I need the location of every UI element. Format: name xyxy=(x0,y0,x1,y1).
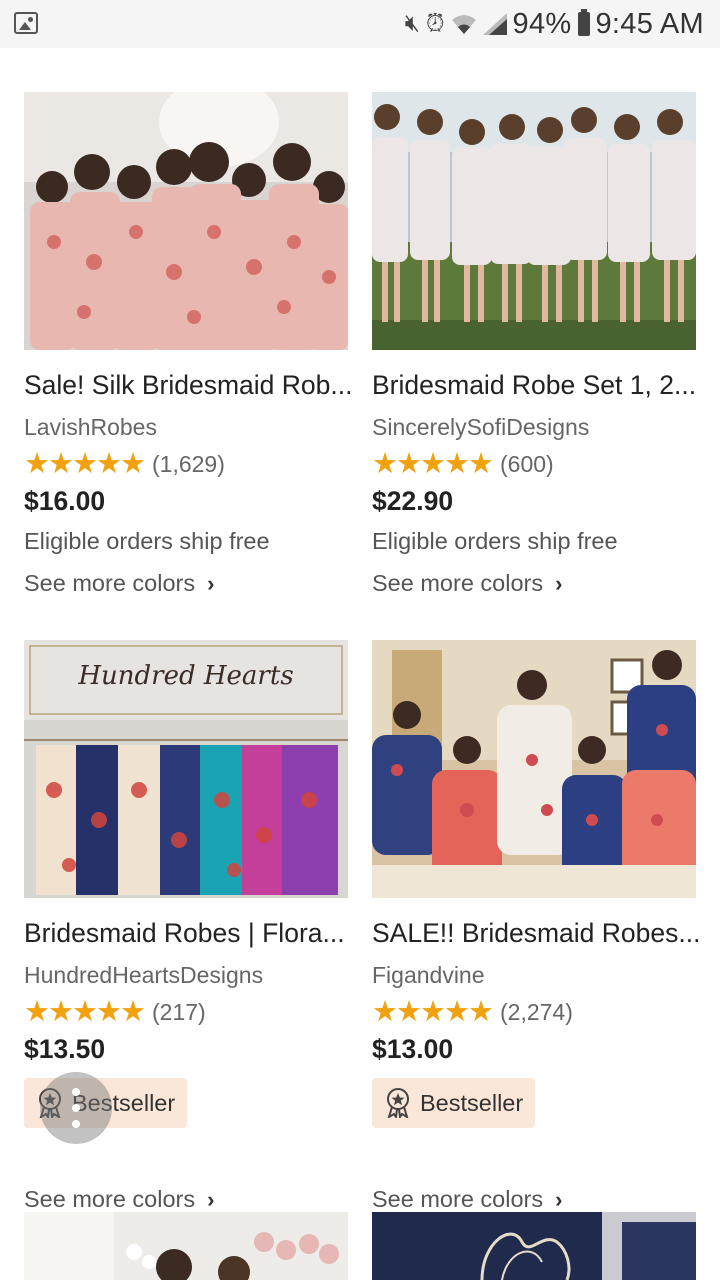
price: $22.90 xyxy=(372,486,454,516)
listing-image-partial[interactable] xyxy=(372,1212,696,1280)
review-count: (600) xyxy=(500,451,554,477)
star-rating-icon: ★★★★★ xyxy=(372,448,494,480)
review-count: (217) xyxy=(152,999,206,1025)
shop-name: HundredHeartsDesigns xyxy=(24,962,264,988)
see-more-colors-link[interactable]: See more colors › xyxy=(372,570,562,597)
listing-image[interactable]: Hundred Hearts xyxy=(24,640,348,898)
see-more-colors-link[interactable]: See more colors › xyxy=(24,570,214,597)
review-count: (2,274) xyxy=(500,999,573,1025)
floating-menu-button[interactable] xyxy=(40,1072,112,1144)
see-more-colors-label: See more colors xyxy=(24,1186,196,1212)
alarm-icon: ⏰︎ xyxy=(425,10,445,37)
shop-name: LavishRobes xyxy=(24,414,157,440)
listing-card[interactable]: SALE!! Bridesmaid Robes... Figandvine ★★… xyxy=(372,640,700,1212)
battery-icon xyxy=(577,9,590,36)
see-more-colors-label: See more colors xyxy=(372,570,544,596)
shop-name: SincerelySofiDesigns xyxy=(372,414,590,440)
mute-icon: 🔇︎ xyxy=(404,10,420,37)
rating: ★★★★★ (1,629) xyxy=(24,450,225,479)
see-more-colors-link[interactable]: See more colors › xyxy=(24,1186,214,1213)
clock: 9:45 AM xyxy=(595,7,704,40)
rating: ★★★★★ (217) xyxy=(24,998,206,1027)
listing-image[interactable] xyxy=(372,640,696,898)
listing-card[interactable]: Sale! Silk Bridesmaid Rob... LavishRobes… xyxy=(24,92,352,612)
listing-title[interactable]: SALE!! Bridesmaid Robes... xyxy=(372,918,702,949)
bestseller-badge: Bestseller xyxy=(372,1078,536,1128)
star-rating-icon: ★★★★★ xyxy=(372,996,494,1028)
shop-name: Figandvine xyxy=(372,962,485,988)
star-rating-icon: ★★★★★ xyxy=(24,448,146,480)
listing-title[interactable]: Bridesmaid Robes | Flora... xyxy=(24,918,354,949)
chevron-right-icon: › xyxy=(555,1186,563,1212)
listing-title[interactable]: Sale! Silk Bridesmaid Rob... xyxy=(24,370,354,401)
image-caption: Hundred Hearts xyxy=(77,661,293,691)
status-bar: 🔇︎ ⏰︎ 94% 9:45 AM xyxy=(0,0,720,48)
price: $16.00 xyxy=(24,486,106,516)
star-rating-icon: ★★★★★ xyxy=(24,996,146,1028)
wifi-icon xyxy=(451,15,476,34)
gallery-icon xyxy=(14,12,38,34)
battery-percent: 94% xyxy=(512,7,572,40)
listing-card[interactable]: Bridesmaid Robe Set 1, 2... SincerelySof… xyxy=(372,92,696,612)
listing-title[interactable]: Bridesmaid Robe Set 1, 2... xyxy=(372,370,702,401)
rating: ★★★★★ (600) xyxy=(372,450,554,479)
listing-image[interactable] xyxy=(24,92,348,350)
price: $13.00 xyxy=(372,1034,454,1064)
see-more-colors-label: See more colors xyxy=(24,570,196,596)
rating: ★★★★★ (2,274) xyxy=(372,998,573,1027)
status-icons: 🔇︎ ⏰︎ 94% 9:45 AM xyxy=(405,6,704,42)
more-vert-icon xyxy=(72,1088,80,1128)
review-count: (1,629) xyxy=(152,451,225,477)
chevron-right-icon: › xyxy=(207,1186,215,1212)
award-ribbon-icon xyxy=(387,1088,409,1118)
listing-image-partial[interactable] xyxy=(24,1212,348,1280)
price: $13.50 xyxy=(24,1034,106,1064)
see-more-colors-label: See more colors xyxy=(372,1186,544,1212)
chevron-right-icon: › xyxy=(207,570,215,596)
shipping-note: Eligible orders ship free xyxy=(372,528,618,554)
shipping-note: Eligible orders ship free xyxy=(24,528,270,554)
signal-icon xyxy=(482,13,507,35)
bestseller-label: Bestseller xyxy=(420,1089,524,1116)
see-more-colors-link[interactable]: See more colors › xyxy=(372,1186,562,1213)
listing-image[interactable] xyxy=(372,92,696,350)
chevron-right-icon: › xyxy=(555,570,563,596)
